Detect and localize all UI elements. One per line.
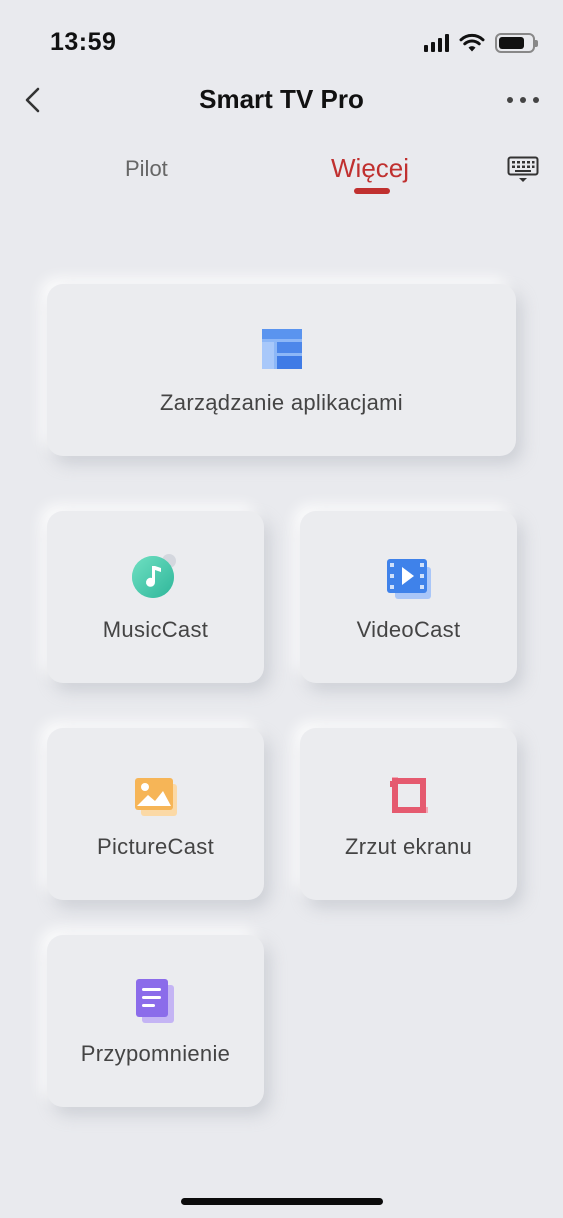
music-note-icon <box>131 554 176 598</box>
tab-pilot[interactable]: Pilot <box>125 156 168 182</box>
crop-icon <box>389 777 428 813</box>
tab-more[interactable]: Więcej <box>331 153 409 184</box>
document-icon <box>135 979 174 1023</box>
more-dots-icon <box>507 97 513 103</box>
battery-icon <box>495 33 538 53</box>
screenshot-card[interactable]: Zrzut ekranu <box>300 728 517 900</box>
app-manager-label: Zarządzanie aplikacjami <box>160 390 403 415</box>
page-title: Smart TV Pro <box>199 84 364 114</box>
musiccast-card[interactable]: MusicCast <box>47 511 264 683</box>
picture-icon <box>134 778 177 816</box>
screenshot-label: Zrzut ekranu <box>344 834 473 859</box>
cellular-signal-icon <box>424 34 449 52</box>
active-tab-indicator <box>354 188 390 194</box>
wifi-icon <box>459 33 485 52</box>
musiccast-label: MusicCast <box>102 617 209 642</box>
reminder-label: Przypomnienie <box>80 1041 231 1066</box>
app-grid-icon <box>261 329 302 369</box>
picturecast-card[interactable]: PictureCast <box>47 728 264 900</box>
video-play-icon <box>386 559 431 599</box>
videocast-label: VideoCast <box>356 617 461 642</box>
keyboard-icon <box>507 156 539 182</box>
app-manager-card[interactable]: Zarządzanie aplikacjami <box>47 284 516 456</box>
keyboard-button[interactable] <box>507 156 539 184</box>
more-options-button[interactable] <box>507 88 539 112</box>
status-icons <box>424 33 538 53</box>
home-indicator[interactable] <box>181 1198 383 1205</box>
nav-bar: Smart TV Pro <box>0 76 563 124</box>
reminder-card[interactable]: Przypomnienie <box>47 935 264 1107</box>
status-bar: 13:59 <box>0 0 563 88</box>
status-time: 13:59 <box>50 28 117 56</box>
videocast-card[interactable]: VideoCast <box>300 511 517 683</box>
picturecast-label: PictureCast <box>96 834 214 859</box>
tab-bar: Pilot Więcej <box>0 150 563 206</box>
